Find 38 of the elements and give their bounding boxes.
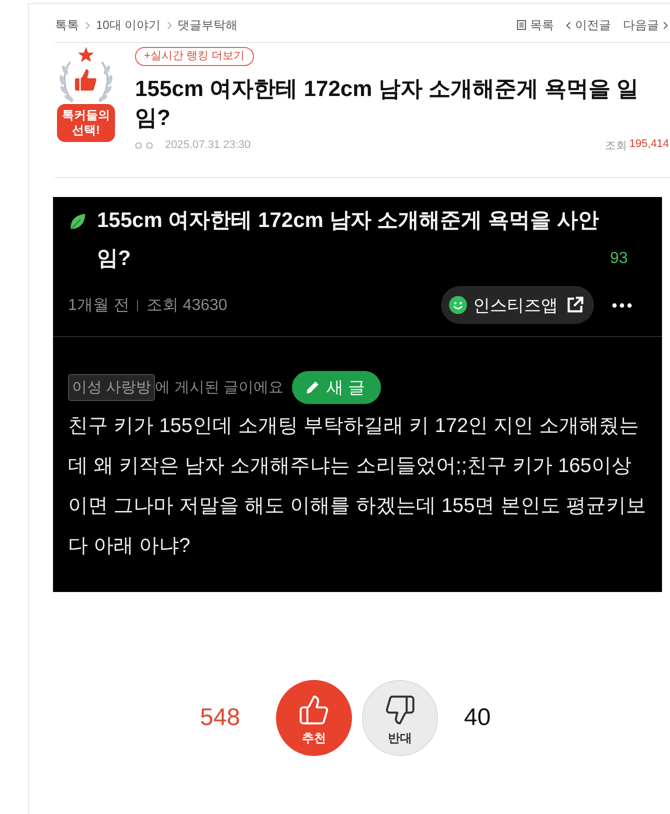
breadcrumb-link[interactable]: 톡톡 [55, 16, 79, 34]
previous-post-link[interactable]: 이전글 [566, 16, 611, 34]
view-count: 조회 43630 [146, 296, 228, 316]
board-tag[interactable]: 이성 사랑방 [68, 374, 156, 401]
post-body: 친구 키가 155인데 소개팅 부탁하길래 키 172인 지인 소개해줬는데 왜 키작은 남자 소개해주냐는 소리들었어;;친구 키가 165이상이면 그나마 저말을 해도 이해를 하겠는데 155면 본인도 평균키보다 아래 아냐? [68, 414, 647, 559]
thumbs-down-icon [384, 694, 416, 726]
next-post-link[interactable]: 다음글 [623, 16, 668, 34]
smiley-icon [449, 296, 467, 314]
choice-badge: 톡커들의 선택! [57, 104, 115, 142]
breadcrumb-link[interactable]: 댓글부탁해 [178, 16, 238, 34]
chevron-right-icon [85, 20, 90, 30]
downvote-count: 40 [464, 704, 491, 732]
comment-count: 93 [610, 250, 628, 267]
thumbs-up-icon [298, 694, 330, 726]
post-age: 1개월 전 [68, 296, 130, 316]
more-icon[interactable] [612, 302, 632, 308]
chevron-right-icon [663, 20, 668, 30]
ranking-more-button[interactable]: +실시간 랭킹 더보기 [135, 47, 254, 66]
leaf-icon [68, 212, 87, 231]
views-label: 조회 [605, 138, 628, 152]
list-icon [517, 20, 526, 30]
chevron-left-icon [566, 20, 571, 30]
list-link[interactable]: 목록 [517, 16, 554, 34]
pencil-icon [304, 379, 321, 396]
upvote-button[interactable]: 추천 [276, 680, 352, 756]
external-link-icon [566, 296, 584, 314]
circle-icon [135, 142, 142, 148]
circle-icon [146, 142, 153, 148]
chevron-right-icon [166, 20, 172, 30]
breadcrumb-link[interactable]: 10대 이야기 [96, 16, 161, 34]
post-title: 155cm 여자한테 172cm 남자 소개해준게 욕먹을 사안임? [97, 208, 600, 272]
board-note: 에 게시된 글이에요 [155, 378, 284, 397]
view-count: 195,414 [629, 138, 669, 152]
post-date: 2025.07.31 23:30 [165, 139, 251, 151]
post-title: 155cm 여자한테 172cm 남자 소개해준게 욕먹을 일임? [135, 75, 640, 132]
downvote-button[interactable]: 반대 [362, 680, 438, 756]
upvote-count: 548 [200, 704, 240, 732]
app-button[interactable]: 인스티즈앱 [441, 286, 594, 324]
